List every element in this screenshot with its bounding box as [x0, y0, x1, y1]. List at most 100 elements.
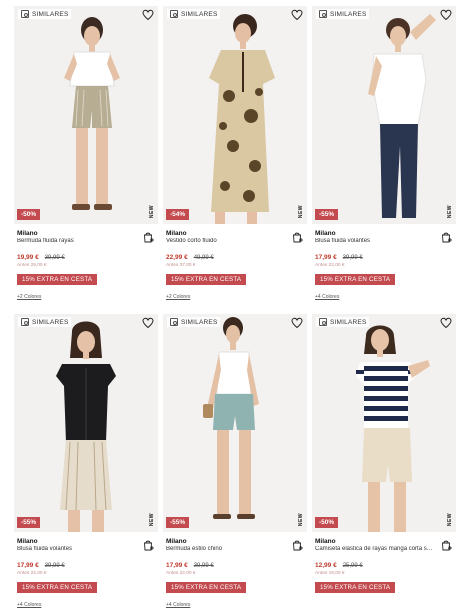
previous-price: Antes 22,00 € — [315, 263, 345, 268]
product-card[interactable]: SIMILARES -55% NEW Milano Bermuda estilo… — [163, 314, 307, 608]
add-to-bag-icon[interactable] — [292, 539, 303, 551]
extra-discount-badge: 15% EXTRA EN CESTA — [166, 582, 247, 593]
product-name[interactable]: Camiseta elástica de rayas manga corta s… — [315, 546, 433, 552]
product-info: Milano Bermuda estilo chino 17,99 € 39,9… — [163, 532, 307, 608]
price-row: 19,99 € 39,99 € — [17, 254, 158, 261]
product-name[interactable]: Vestido corto fluido — [166, 238, 284, 244]
product-info: Milano Blusa fluida volantes 17,99 € 39,… — [312, 224, 456, 300]
similar-label: SIMILARES — [330, 10, 367, 18]
current-price: 12,99 € — [315, 562, 337, 569]
original-price: 39,99 € — [44, 563, 65, 569]
add-to-bag-icon[interactable] — [441, 539, 452, 551]
similar-button[interactable]: SIMILARES — [18, 317, 72, 327]
heart-icon[interactable] — [291, 317, 303, 329]
product-image[interactable]: SIMILARES -55% NEW — [312, 6, 456, 224]
product-brand: Milano — [166, 538, 187, 545]
current-price: 19,99 € — [17, 254, 39, 261]
discount-badge: -50% — [315, 517, 339, 528]
similar-icon — [319, 318, 327, 326]
previous-price: Antes 19,00 € — [315, 571, 345, 576]
product-card[interactable]: SIMILARES -50% NEW Milano Bermuda fluida… — [14, 6, 158, 300]
product-card[interactable]: SIMILARES -55% NEW Milano Blusa fluida v… — [312, 6, 456, 300]
product-name[interactable]: Bermuda estilo chino — [166, 546, 284, 552]
current-price: 22,99 € — [166, 254, 188, 261]
current-price: 17,99 € — [17, 562, 39, 569]
price-row: 17,99 € 39,99 € — [315, 254, 456, 261]
previous-price: Antes 22,00 € — [17, 571, 47, 576]
previous-price: Antes 22,00 € — [166, 571, 196, 576]
product-image[interactable]: SIMILARES -55% NEW — [163, 314, 307, 532]
model-photo — [163, 314, 307, 532]
discount-badge: -55% — [17, 517, 41, 528]
heart-icon[interactable] — [440, 9, 452, 21]
heart-icon[interactable] — [142, 9, 154, 21]
similar-button[interactable]: SIMILARES — [18, 9, 72, 19]
model-photo — [312, 6, 456, 224]
new-tag: NEW — [298, 204, 304, 218]
product-grid: SIMILARES -50% NEW Milano Bermuda fluida… — [14, 6, 461, 608]
product-image[interactable]: SIMILARES -55% NEW — [14, 314, 158, 532]
price-row: 17,99 € 39,99 € — [166, 562, 307, 569]
extra-discount-badge: 15% EXTRA EN CESTA — [315, 582, 396, 593]
extra-discount-badge: 15% EXTRA EN CESTA — [17, 274, 98, 285]
discount-badge: -55% — [315, 209, 339, 220]
discount-badge: -54% — [166, 209, 190, 220]
similar-label: SIMILARES — [330, 318, 367, 326]
add-to-bag-icon[interactable] — [292, 231, 303, 243]
product-card[interactable]: SIMILARES -55% NEW Milano Blusa fluida v… — [14, 314, 158, 608]
product-card[interactable]: SIMILARES -50% NEW Milano Camiseta elást… — [312, 314, 456, 608]
new-tag: NEW — [447, 204, 453, 218]
product-image[interactable]: SIMILARES -50% NEW — [14, 6, 158, 224]
product-name[interactable]: Blusa fluida volantes — [315, 238, 433, 244]
price-row: 17,99 € 39,99 € — [17, 562, 158, 569]
new-tag: NEW — [149, 512, 155, 526]
similar-label: SIMILARES — [181, 318, 218, 326]
original-price: 39,99 € — [193, 563, 214, 569]
model-photo — [163, 6, 307, 224]
add-to-bag-icon[interactable] — [143, 231, 154, 243]
add-to-bag-icon[interactable] — [143, 539, 154, 551]
product-info: Milano Vestido corto fluido 22,99 € 49,9… — [163, 224, 307, 300]
model-photo — [14, 314, 158, 532]
similar-icon — [21, 10, 29, 18]
product-name[interactable]: Blusa fluida volantes — [17, 546, 135, 552]
similar-button[interactable]: SIMILARES — [167, 9, 221, 19]
similar-button[interactable]: SIMILARES — [316, 9, 370, 19]
similar-icon — [170, 10, 178, 18]
heart-icon[interactable] — [291, 9, 303, 21]
heart-icon[interactable] — [142, 317, 154, 329]
current-price: 17,99 € — [315, 254, 337, 261]
product-info: Milano Bermuda fluida rayas 19,99 € 39,9… — [14, 224, 158, 300]
new-tag: NEW — [149, 204, 155, 218]
previous-price: Antes 37,00 € — [166, 263, 196, 268]
original-price: 39,99 € — [44, 255, 65, 261]
product-image[interactable]: SIMILARES -50% NEW — [312, 314, 456, 532]
more-colors-link[interactable]: +4 Colores — [166, 602, 307, 608]
product-brand: Milano — [17, 538, 38, 545]
price-row: 12,99 € 25,99 € — [315, 562, 456, 569]
new-tag: NEW — [298, 512, 304, 526]
product-name[interactable]: Bermuda fluida rayas — [17, 238, 135, 244]
discount-badge: -50% — [17, 209, 41, 220]
heart-icon[interactable] — [440, 317, 452, 329]
original-price: 25,99 € — [342, 563, 363, 569]
model-photo — [312, 314, 456, 532]
add-to-bag-icon[interactable] — [441, 231, 452, 243]
previous-price: Antes 29,00 € — [17, 263, 47, 268]
product-image[interactable]: SIMILARES -54% NEW — [163, 6, 307, 224]
extra-discount-badge: 15% EXTRA EN CESTA — [166, 274, 247, 285]
extra-discount-badge: 15% EXTRA EN CESTA — [17, 582, 98, 593]
more-colors-link[interactable]: +4 Colores — [315, 294, 456, 300]
more-colors-link[interactable]: +4 Colores — [17, 602, 158, 608]
original-price: 39,99 € — [342, 255, 363, 261]
product-info: Milano Blusa fluida volantes 17,99 € 39,… — [14, 532, 158, 608]
similar-button[interactable]: SIMILARES — [316, 317, 370, 327]
product-info: Milano Camiseta elástica de rayas manga … — [312, 532, 456, 594]
more-colors-link[interactable]: +2 Colores — [17, 294, 158, 300]
product-card[interactable]: SIMILARES -54% NEW Milano Vestido corto … — [163, 6, 307, 300]
current-price: 17,99 € — [166, 562, 188, 569]
more-colors-link[interactable]: +2 Colores — [166, 294, 307, 300]
product-brand: Milano — [17, 230, 38, 237]
similar-button[interactable]: SIMILARES — [167, 317, 221, 327]
discount-badge: -55% — [166, 517, 190, 528]
